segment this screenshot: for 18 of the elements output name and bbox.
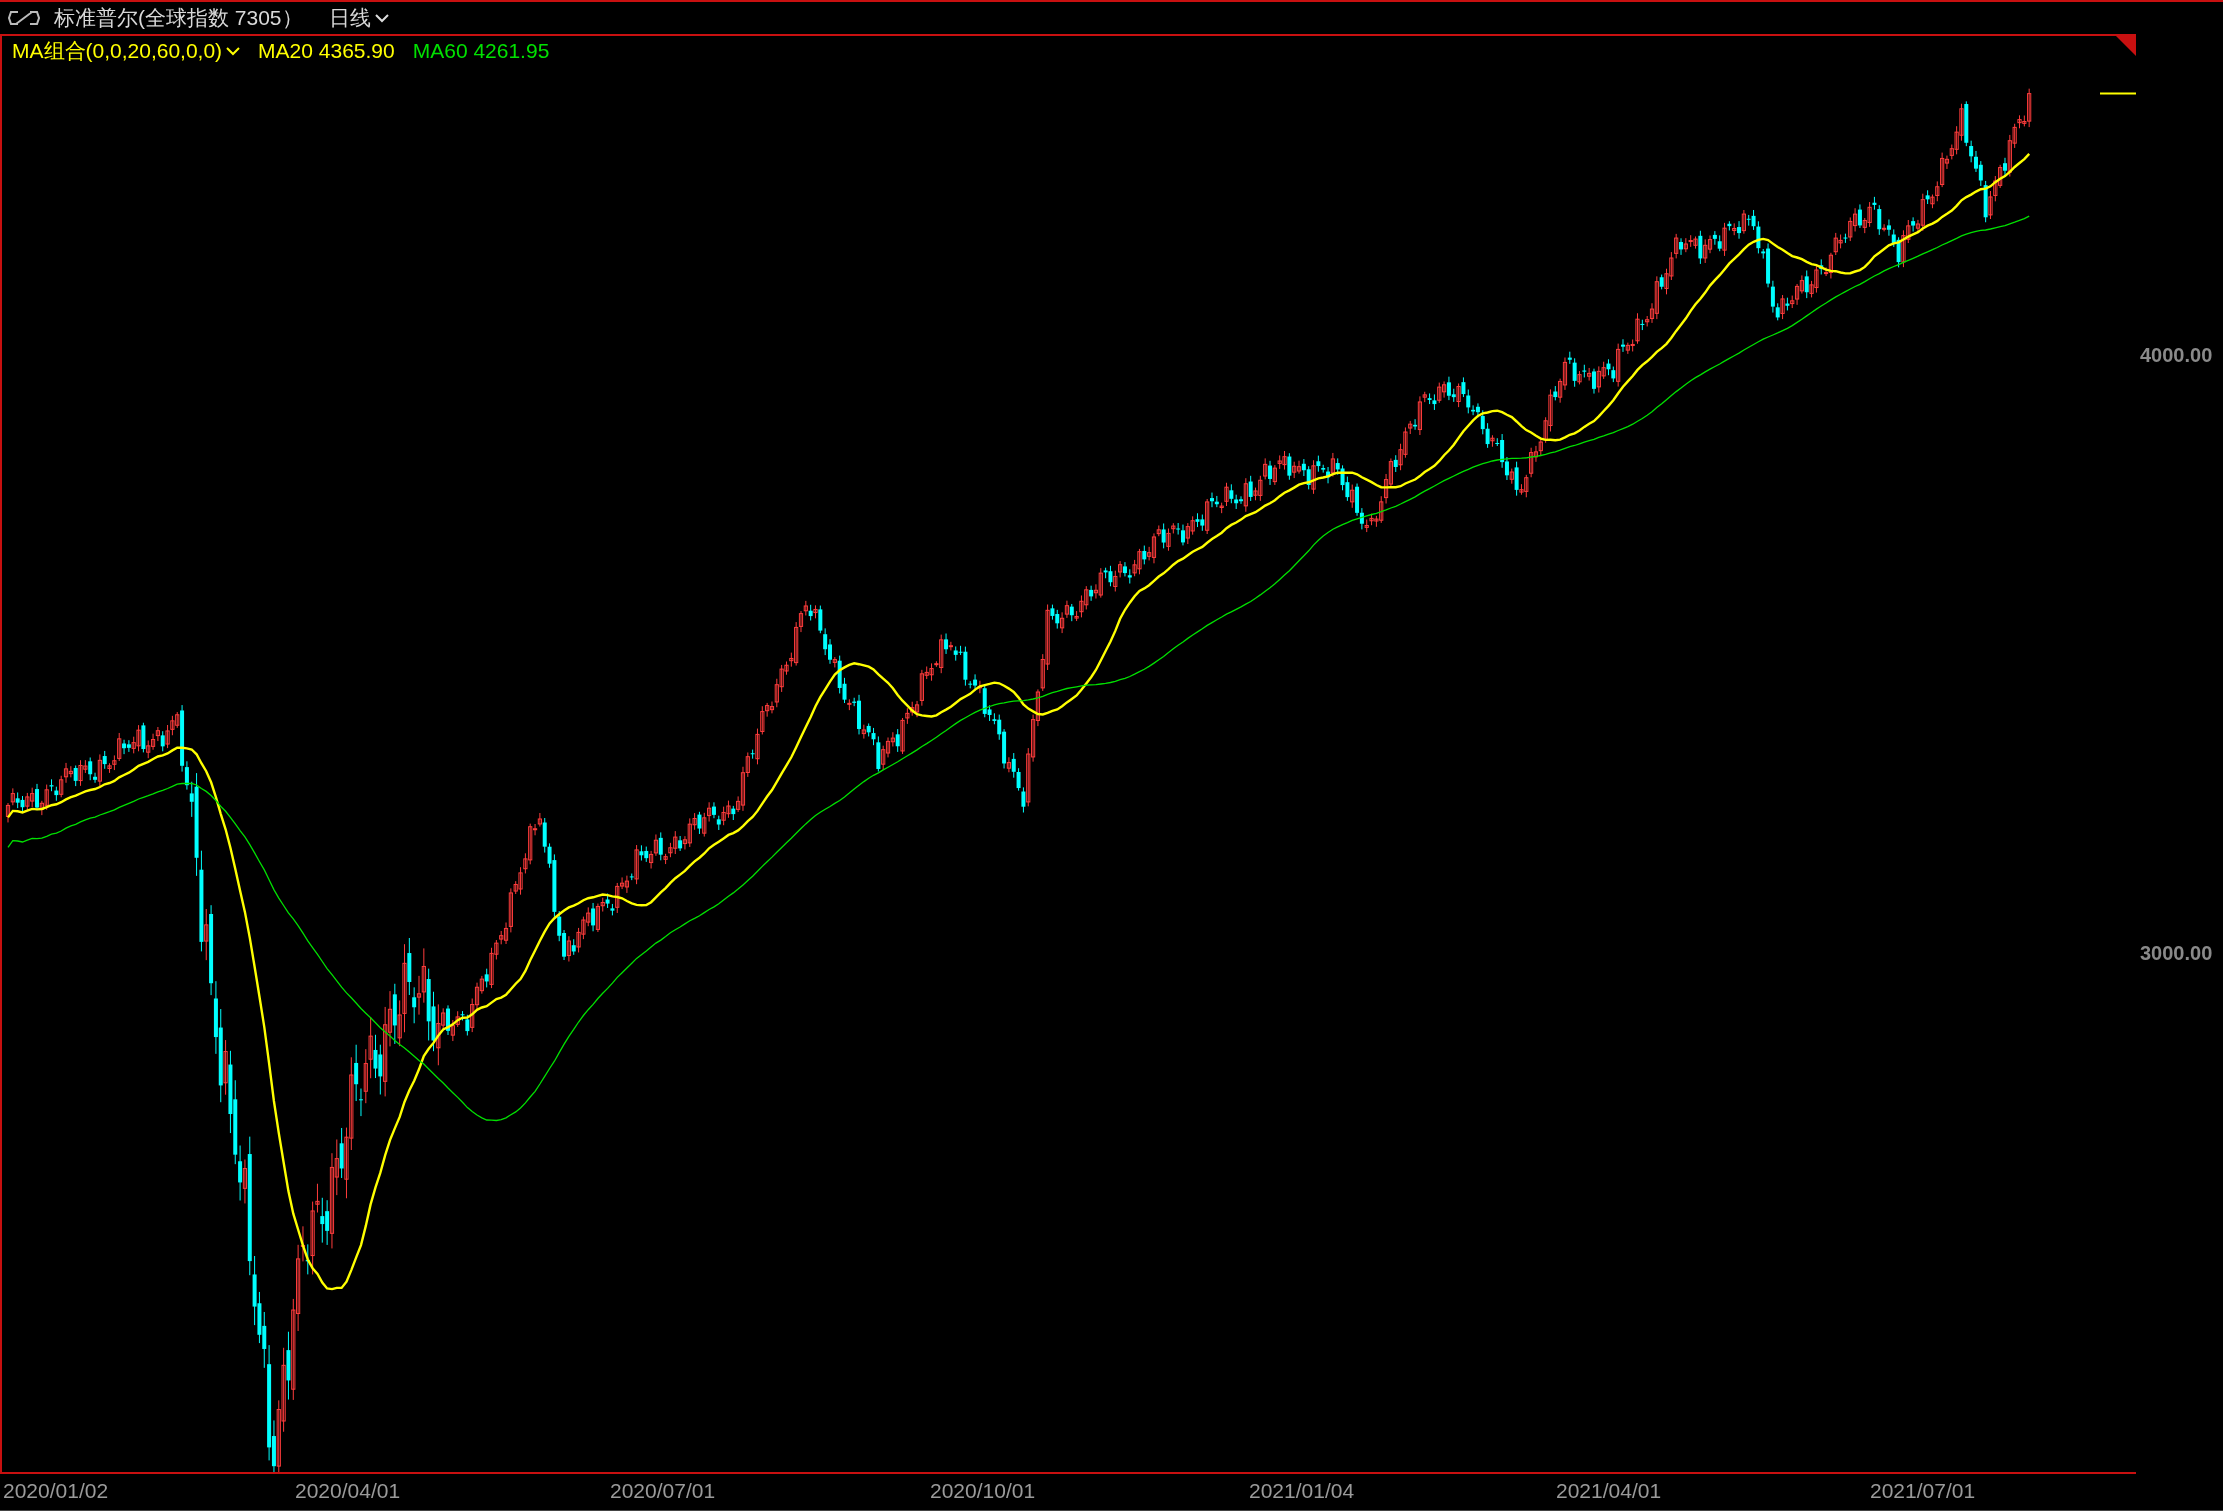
date-tick-label: 2020/10/01: [930, 1479, 1036, 1503]
date-tick-label: 2021/01/04: [1249, 1479, 1355, 1503]
index-title: 标准普尔(全球指数 7305）: [54, 5, 303, 31]
ma-value-label: MA60 4261.95: [412, 39, 550, 63]
last-price-marker: [2099, 92, 2136, 95]
date-tick-label: 2020/07/01: [610, 1479, 716, 1503]
chevron-down-icon: [226, 46, 241, 56]
link-icon: [8, 11, 40, 25]
date-tick-label: 2020/01/02: [3, 1479, 109, 1503]
period-dropdown[interactable]: 日线: [328, 4, 389, 32]
date-tick-label: 2021/04/01: [1556, 1479, 1662, 1503]
chevron-down-icon: [374, 13, 389, 23]
indicator-dropdown[interactable]: MA组合(0,0,20,60,0,0): [12, 37, 241, 65]
price-tick-label: 3000.00: [2140, 942, 2213, 965]
ma-value-label: MA20 4365.90: [258, 39, 395, 63]
date-tick-label: 2020/04/01: [295, 1479, 401, 1503]
price-tick-label: 4000.00: [2140, 344, 2213, 367]
date-tick-label: 2021/07/01: [1870, 1479, 1976, 1503]
